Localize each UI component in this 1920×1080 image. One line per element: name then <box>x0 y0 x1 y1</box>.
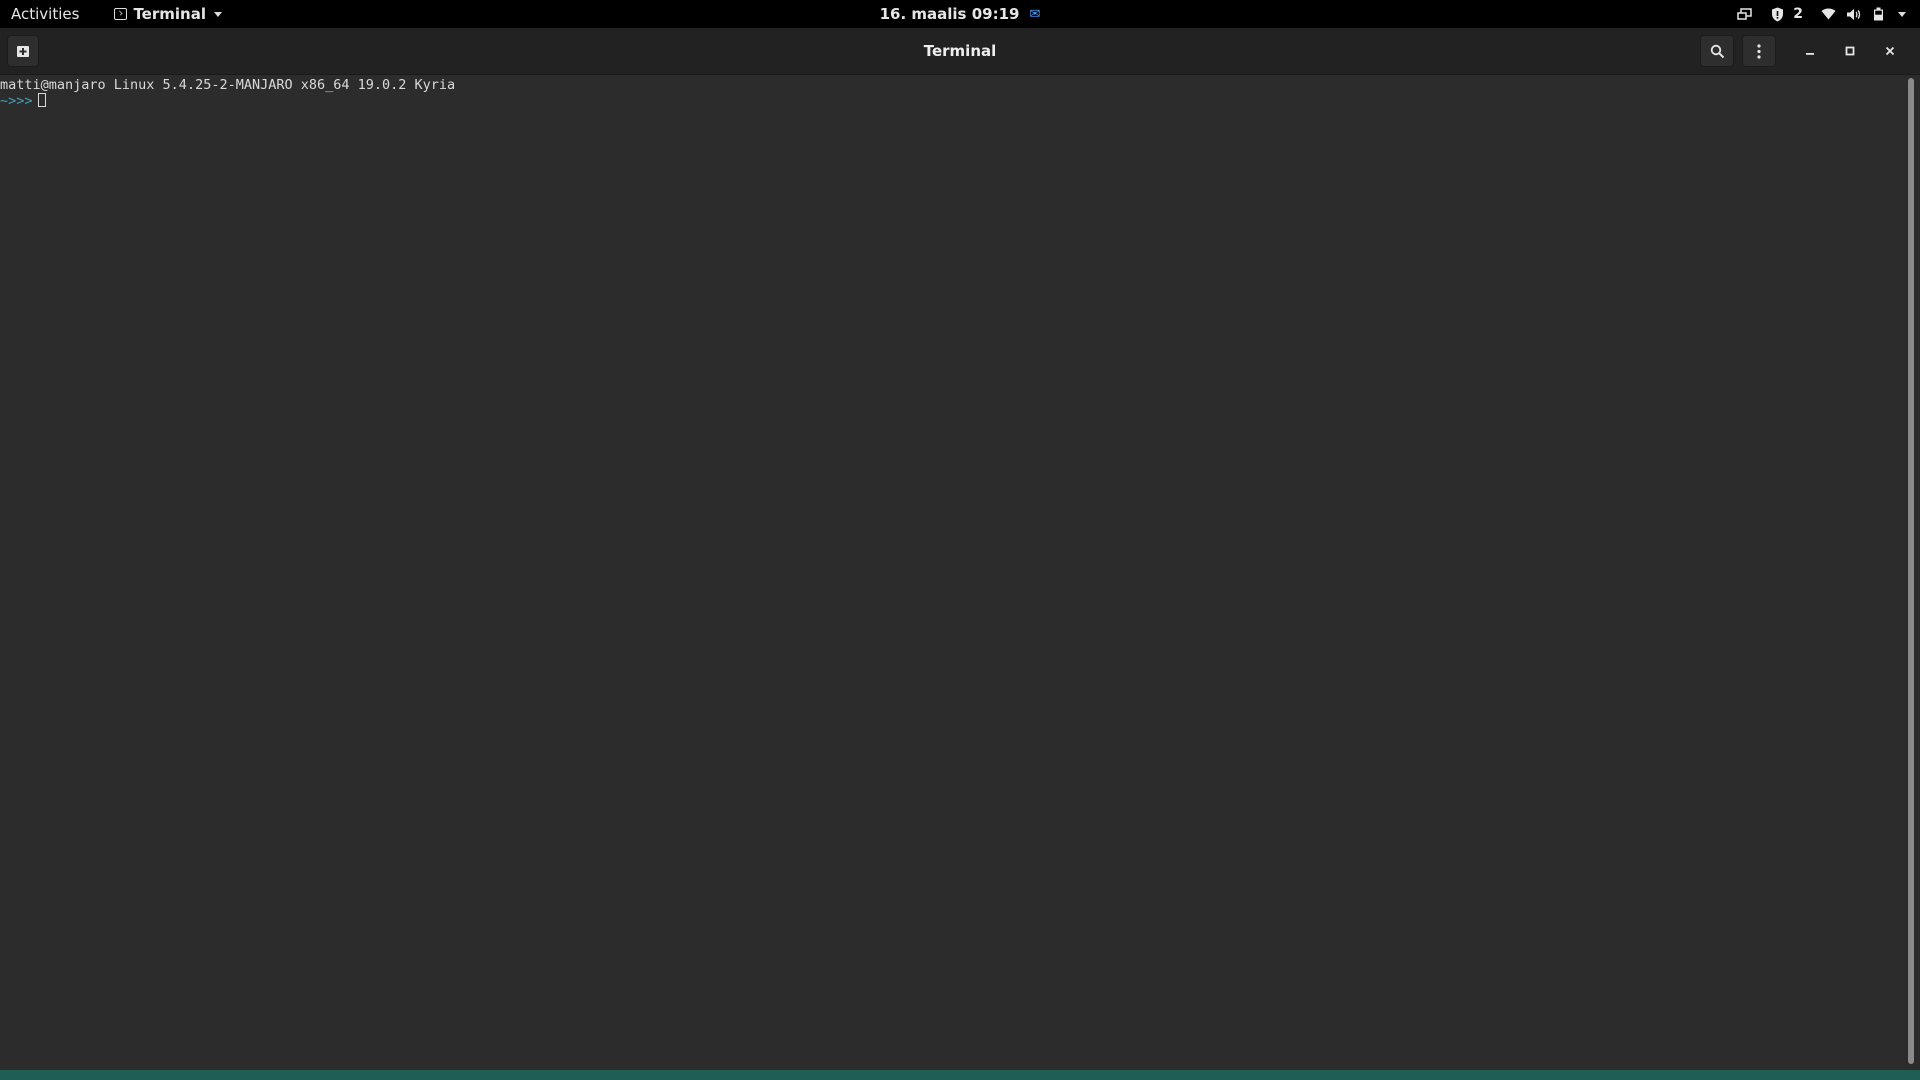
close-button[interactable] <box>1874 35 1906 67</box>
activities-button[interactable]: Activities <box>0 0 93 28</box>
search-button[interactable] <box>1700 35 1734 67</box>
volume-icon <box>1846 7 1861 22</box>
terminal-app-icon <box>114 8 128 20</box>
minimize-icon <box>1806 53 1814 55</box>
maximize-icon <box>1845 46 1855 56</box>
wifi-icon <box>1821 7 1836 22</box>
terminal-view[interactable]: matti@manjaro Linux 5.4.25-2-MANJARO x86… <box>0 75 1906 1072</box>
window-switcher-icon[interactable] <box>1737 7 1752 22</box>
chevron-down-icon <box>1898 11 1906 17</box>
search-icon <box>1710 44 1724 58</box>
motd-line: matti@manjaro Linux 5.4.25-2-MANJARO x86… <box>0 77 456 93</box>
clock-label[interactable]: 16. maalis 09:19 <box>880 5 1020 23</box>
chevron-down-icon <box>213 11 222 17</box>
desktop-background-strip <box>0 1070 1920 1080</box>
mail-icon: ✉ <box>1029 6 1041 22</box>
maximize-button[interactable] <box>1834 35 1866 67</box>
header-controls <box>1700 35 1906 67</box>
prompt-directory: ~ <box>0 93 9 109</box>
window-title: Terminal <box>923 42 997 60</box>
shield-indicator[interactable]: 2 <box>1770 6 1803 22</box>
window-header-bar: Terminal <box>0 28 1920 75</box>
clock: 16. maalis 09:19 ✉ <box>0 0 1920 28</box>
status-menu[interactable] <box>1821 7 1906 22</box>
shield-icon <box>1770 7 1785 22</box>
scrollbar[interactable] <box>1908 78 1914 1064</box>
top-bar: Activities Terminal 16. maalis 09:19 ✉ 2 <box>0 0 1920 28</box>
minimize-button[interactable] <box>1794 35 1826 67</box>
system-tray: 2 <box>1737 0 1906 28</box>
prompt-line: ~>>> <box>0 93 1906 109</box>
prompt-arrows: >>> <box>8 93 33 109</box>
text-cursor <box>37 93 46 107</box>
new-tab-button[interactable] <box>7 35 39 67</box>
menu-button[interactable] <box>1742 35 1776 67</box>
battery-icon <box>1871 7 1886 22</box>
app-menu-label: Terminal <box>133 5 206 23</box>
kebab-menu-icon <box>1757 43 1761 59</box>
close-icon <box>1885 46 1895 56</box>
new-tab-icon <box>17 45 29 57</box>
notification-count: 2 <box>1793 6 1803 22</box>
app-menu[interactable]: Terminal <box>114 5 222 23</box>
